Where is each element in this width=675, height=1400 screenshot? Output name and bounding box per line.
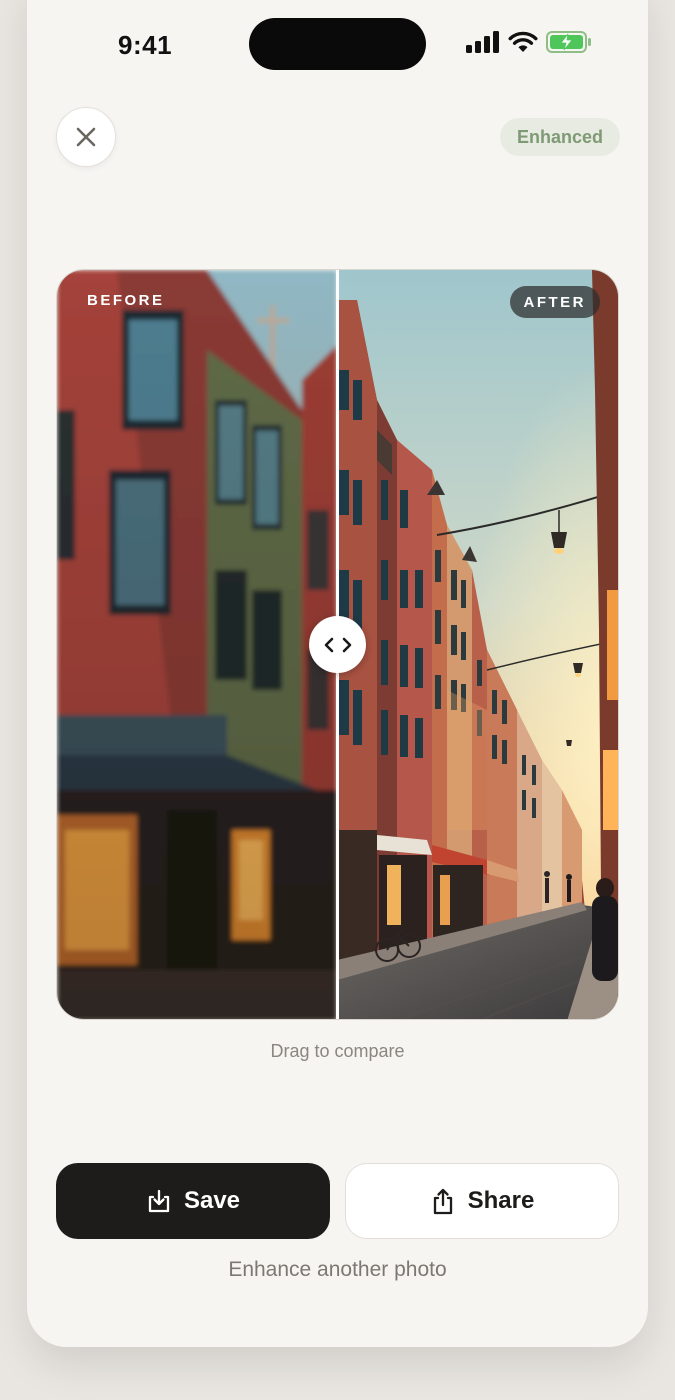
enhance-another-link[interactable]: Enhance another photo: [27, 1258, 648, 1282]
battery-charging-icon: [546, 31, 591, 53]
share-button[interactable]: Share: [345, 1163, 619, 1239]
before-image: BEFORE: [57, 270, 337, 1019]
save-button[interactable]: Save: [56, 1163, 330, 1239]
enhanced-badge: Enhanced: [499, 118, 620, 156]
dynamic-island: [249, 18, 426, 70]
chevron-left-right-icon: [324, 637, 351, 652]
before-label: BEFORE: [87, 292, 165, 309]
compare-hint: Drag to compare: [270, 1041, 405, 1061]
cellular-signal-icon: [466, 31, 499, 53]
status-icons: [466, 31, 592, 53]
download-icon: [148, 1189, 170, 1213]
close-icon: [76, 127, 96, 147]
share-icon: [433, 1188, 452, 1215]
status-time: 9:41: [118, 30, 173, 60]
compare-handle[interactable]: [309, 616, 366, 673]
after-label: AFTER: [509, 286, 600, 318]
app-screen: 9:41 Enhanced BEFORE AFTER Drag to compa…: [27, 0, 648, 1347]
share-button-label: Share: [467, 1187, 535, 1214]
save-button-label: Save: [183, 1187, 241, 1214]
wifi-icon: [508, 31, 538, 52]
after-image: AFTER: [337, 270, 618, 1019]
close-button[interactable]: [56, 107, 116, 167]
before-after-compare[interactable]: BEFORE AFTER: [56, 269, 619, 1020]
